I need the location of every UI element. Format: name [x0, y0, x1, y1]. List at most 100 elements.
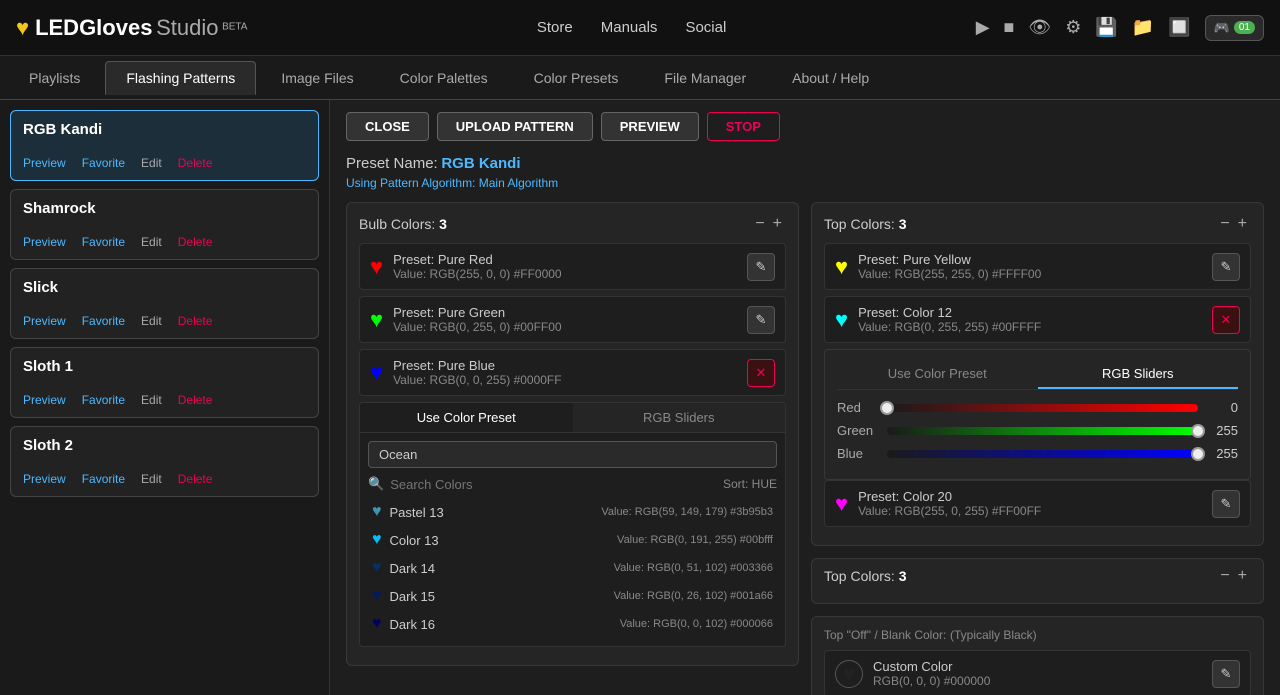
bulb-plus-button[interactable]: +	[769, 215, 786, 233]
color-info: Preset: Color 12 Value: RGB(0, 255, 255)…	[858, 305, 1202, 334]
color-heart-cyan: ♥	[835, 307, 848, 333]
settings-icon[interactable]: ⚙	[1065, 17, 1081, 38]
delete-link[interactable]: Delete	[178, 235, 213, 249]
blue-slider-track[interactable]	[887, 450, 1198, 458]
pattern-title: Sloth 1	[23, 358, 306, 375]
stop-icon[interactable]: ■	[1004, 17, 1015, 38]
nav-store[interactable]: Store	[537, 19, 573, 36]
blank-color-section: Top "Off" / Blank Color: (Typically Blac…	[811, 616, 1264, 695]
top-plus-button[interactable]: +	[1234, 215, 1251, 233]
color-delete-button[interactable]: ✕	[1212, 306, 1240, 334]
section-header: Top Colors: 3 − +	[824, 215, 1251, 233]
list-item[interactable]: ♥ Pastel 13 Value: RGB(59, 149, 179) #3b…	[368, 498, 777, 526]
color-edit-button[interactable]: ✎	[1212, 253, 1240, 281]
bulb-color-item-blue: ♥ Preset: Pure Blue Value: RGB(0, 0, 255…	[359, 349, 786, 396]
custom-color-edit-button[interactable]: ✎	[1212, 660, 1240, 688]
favorite-link[interactable]: Favorite	[82, 314, 125, 328]
preview-link[interactable]: Preview	[23, 393, 66, 407]
top2-minus-button[interactable]: −	[1216, 567, 1233, 585]
tab-image-files[interactable]: Image Files	[260, 61, 374, 95]
delete-link[interactable]: Delete	[178, 393, 213, 407]
top-color-item-magenta: ♥ Preset: Color 20 Value: RGB(255, 0, 25…	[824, 480, 1251, 527]
list-item[interactable]: ♥ Dark 14 Value: RGB(0, 51, 102) #003366	[368, 554, 777, 582]
edit-link[interactable]: Edit	[141, 156, 162, 170]
color-heart-yellow: ♥	[835, 254, 848, 280]
chip-icon[interactable]: 🔲	[1168, 17, 1190, 38]
pattern-card-rgb-kandi[interactable]: RGB Kandi Preview Favorite Edit Delete	[10, 110, 319, 181]
upload-pattern-button[interactable]: UPLOAD PATTERN	[437, 112, 593, 141]
color-list-value: Value: RGB(0, 191, 255) #00bfff	[617, 534, 773, 546]
color-list-value: Value: RGB(59, 149, 179) #3b95b3	[601, 506, 773, 518]
picker-tab-preset-right[interactable]: Use Color Preset	[837, 360, 1038, 389]
search-colors-input[interactable]	[390, 477, 717, 492]
edit-link[interactable]: Edit	[141, 393, 162, 407]
pattern-card-shamrock[interactable]: Shamrock Preview Favorite Edit Delete	[10, 189, 319, 260]
pattern-actions: Preview Favorite Edit Delete	[23, 235, 306, 249]
edit-link[interactable]: Edit	[141, 472, 162, 486]
preview-link[interactable]: Preview	[23, 314, 66, 328]
eye-icon[interactable]: 👁	[1028, 17, 1051, 38]
folder-icon[interactable]: 📁	[1132, 17, 1154, 38]
tab-color-palettes[interactable]: Color Palettes	[379, 61, 509, 95]
preview-button[interactable]: PREVIEW	[601, 112, 699, 141]
color-edit-button[interactable]: ✎	[747, 253, 775, 281]
list-item[interactable]: ♥ Color 13 Value: RGB(0, 191, 255) #00bf…	[368, 526, 777, 554]
close-button[interactable]: CLOSE	[346, 112, 429, 141]
favorite-link[interactable]: Favorite	[82, 393, 125, 407]
bulb-color-item-green: ♥ Preset: Pure Green Value: RGB(0, 255, …	[359, 296, 786, 343]
color-list-value: Value: RGB(0, 0, 102) #000066	[620, 618, 773, 630]
tab-color-presets[interactable]: Color Presets	[513, 61, 640, 95]
tab-playlists[interactable]: Playlists	[8, 61, 101, 95]
blue-slider-thumb[interactable]	[1191, 447, 1205, 461]
favorite-link[interactable]: Favorite	[82, 472, 125, 486]
list-item[interactable]: ♥ Dark 16 Value: RGB(0, 0, 102) #000066	[368, 610, 777, 638]
delete-link[interactable]: Delete	[178, 156, 213, 170]
green-value: 255	[1208, 423, 1238, 438]
pattern-card-sloth2[interactable]: Sloth 2 Preview Favorite Edit Delete	[10, 426, 319, 497]
color-edit-button[interactable]: ✎	[1212, 490, 1240, 518]
color-delete-button[interactable]: ✕	[747, 359, 775, 387]
nav-manuals[interactable]: Manuals	[601, 19, 658, 36]
list-item[interactable]: ♥ Dark 15 Value: RGB(0, 26, 102) #001a66	[368, 582, 777, 610]
bulb-colors-column: Bulb Colors: 3 − + ♥ Preset: Pure Red Va…	[346, 202, 799, 695]
green-slider-thumb[interactable]	[1191, 424, 1205, 438]
pattern-card-slick[interactable]: Slick Preview Favorite Edit Delete	[10, 268, 319, 339]
pattern-card-sloth1[interactable]: Sloth 1 Preview Favorite Edit Delete	[10, 347, 319, 418]
custom-color-name: Custom Color	[873, 659, 1202, 674]
content-area: CLOSE UPLOAD PATTERN PREVIEW STOP Preset…	[330, 100, 1280, 695]
picker-tab-rgb-right[interactable]: RGB Sliders	[1038, 360, 1239, 389]
delete-link[interactable]: Delete	[178, 472, 213, 486]
edit-link[interactable]: Edit	[141, 235, 162, 249]
preview-link[interactable]: Preview	[23, 235, 66, 249]
favorite-link[interactable]: Favorite	[82, 235, 125, 249]
color-list-value: Value: RGB(0, 51, 102) #003366	[614, 562, 773, 574]
main-layout: RGB Kandi Preview Favorite Edit Delete S…	[0, 100, 1280, 695]
play-icon[interactable]: ▶	[976, 17, 990, 38]
preview-link[interactable]: Preview	[23, 472, 66, 486]
green-slider-track[interactable]	[887, 427, 1198, 435]
bulb-minus-button[interactable]: −	[751, 215, 768, 233]
color-list-name: Color 13	[390, 533, 610, 548]
picker-tab-preset[interactable]: Use Color Preset	[360, 403, 573, 432]
color-preset-name: Preset: Pure Yellow	[858, 252, 1202, 267]
notification-button[interactable]: 🎮 01	[1205, 15, 1264, 41]
tab-flashing-patterns[interactable]: Flashing Patterns	[105, 61, 256, 95]
edit-link[interactable]: Edit	[141, 314, 162, 328]
pattern-actions: Preview Favorite Edit Delete	[23, 156, 306, 170]
picker-tab-rgb[interactable]: RGB Sliders	[573, 403, 786, 432]
tab-file-manager[interactable]: File Manager	[643, 61, 767, 95]
top2-plus-button[interactable]: +	[1234, 567, 1251, 585]
delete-link[interactable]: Delete	[178, 314, 213, 328]
top-minus-button[interactable]: −	[1216, 215, 1233, 233]
red-slider-track[interactable]	[887, 404, 1198, 412]
preview-link[interactable]: Preview	[23, 156, 66, 170]
favorite-link[interactable]: Favorite	[82, 156, 125, 170]
save-icon[interactable]: 💾	[1095, 17, 1117, 38]
stop-button[interactable]: STOP	[707, 112, 780, 141]
color-value: Value: RGB(255, 255, 0) #FFFF00	[858, 267, 1202, 281]
color-category-select[interactable]: Ocean	[368, 441, 777, 468]
red-slider-thumb[interactable]	[880, 401, 894, 415]
color-edit-button[interactable]: ✎	[747, 306, 775, 334]
nav-social[interactable]: Social	[685, 19, 726, 36]
tab-about-help[interactable]: About / Help	[771, 61, 890, 95]
